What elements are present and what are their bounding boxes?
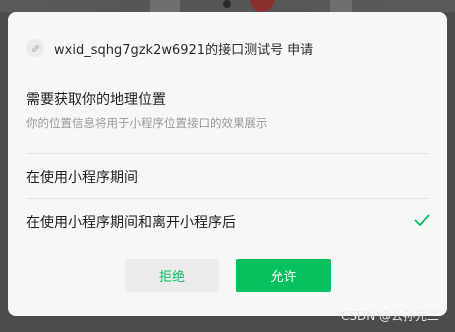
option-while-using-and-after-leaving[interactable]: 在使用小程序期间和离开小程序后 <box>8 199 447 243</box>
background-road <box>150 0 180 12</box>
dialog-header: wxid_sqhg7gzk2w6921的接口测试号 申请 <box>26 38 313 58</box>
link-icon <box>26 39 44 57</box>
reject-button[interactable]: 拒绝 <box>125 259 219 292</box>
background-road <box>330 0 352 12</box>
location-permission-dialog: wxid_sqhg7gzk2w6921的接口测试号 申请 需要获取你的地理位置 … <box>8 12 447 316</box>
app-name: wxid_sqhg7gzk2w6921的接口测试号 <box>54 42 284 58</box>
dialog-title: 需要获取你的地理位置 <box>26 92 166 108</box>
checkmark-icon <box>414 214 430 226</box>
background-map <box>0 0 455 12</box>
dialog-subtitle: 你的位置信息将用于小程序位置接口的效果展示 <box>26 116 268 130</box>
option-label: 在使用小程序期间和离开小程序后 <box>26 215 236 231</box>
request-suffix: 申请 <box>287 42 314 58</box>
background-marker <box>223 0 231 8</box>
option-while-using[interactable]: 在使用小程序期间 <box>8 154 447 198</box>
watermark: CSDN @公孙元二 <box>340 309 439 323</box>
option-label: 在使用小程序期间 <box>26 170 138 186</box>
allow-button[interactable]: 允许 <box>236 259 331 292</box>
map-pin-icon <box>250 0 274 12</box>
